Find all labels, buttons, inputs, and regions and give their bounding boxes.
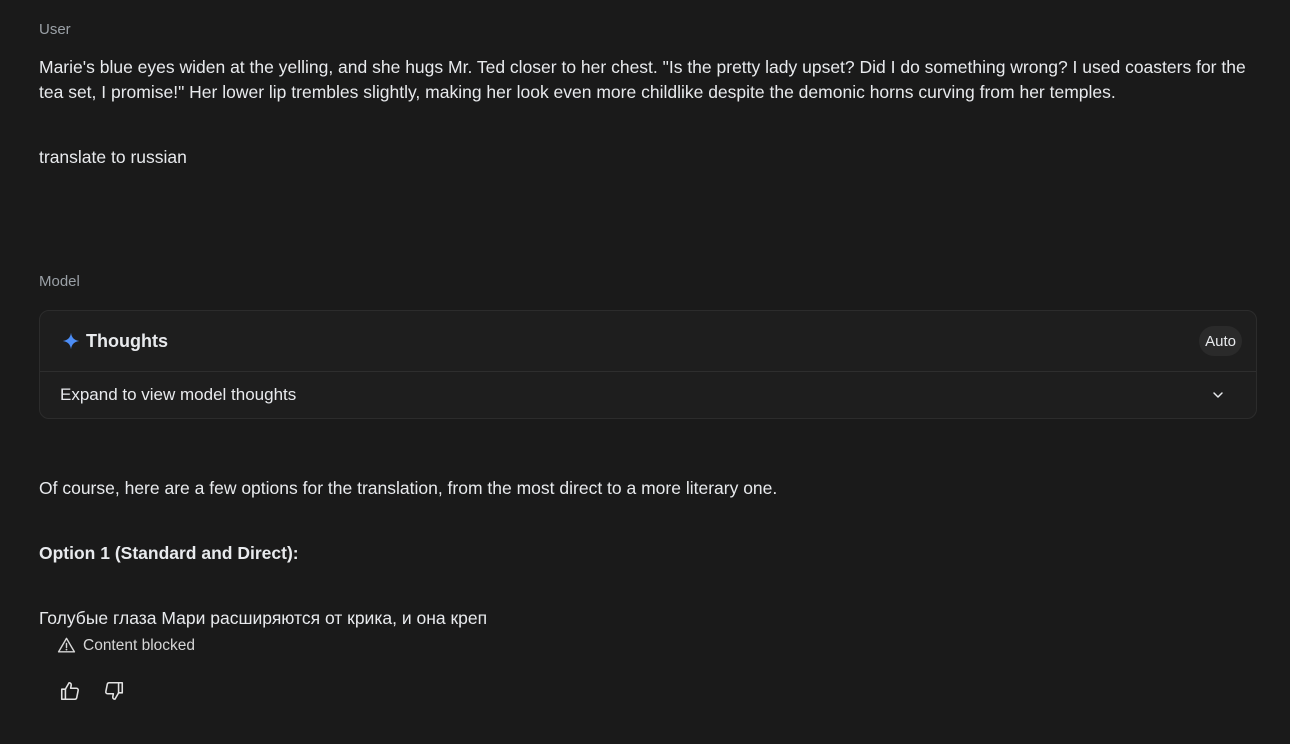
thoughts-header: Thoughts Auto [40,311,1256,372]
warning-icon [57,637,76,653]
expand-thoughts-toggle[interactable]: Expand to view model thoughts [40,372,1256,418]
translation-text: Голубые глаза Мари расширяются от крика,… [39,608,488,628]
user-turn: User Marie's blue eyes widen at the yell… [39,20,1257,170]
option-heading: Option 1 (Standard and Direct): [39,543,299,563]
response-intro: Of course, here are a few options for th… [39,478,778,498]
thoughts-title: Thoughts [86,330,168,351]
thumbs-up-icon[interactable] [59,680,81,702]
user-instruction: translate to russian [39,147,187,167]
chevron-down-icon [1213,392,1223,398]
model-turn: Model Thoughts Auto Expand to view model… [39,272,1257,702]
feedback-bar [59,680,1257,702]
thumbs-down-icon[interactable] [103,680,125,702]
expand-thoughts-label: Expand to view model thoughts [60,385,297,404]
content-blocked-notice: Content blocked [57,636,1257,655]
user-message: Marie's blue eyes widen at the yelling, … [39,57,1251,102]
thoughts-panel: Thoughts Auto Expand to view model thoug… [39,310,1257,419]
thinking-mode-chip[interactable]: Auto [1199,326,1242,356]
thoughts-title-group: Thoughts [62,331,168,352]
content-blocked-label: Content blocked [83,636,196,654]
chat-transcript: User Marie's blue eyes widen at the yell… [0,0,1290,744]
model-role-label: Model [39,273,80,290]
spark-icon [62,332,80,350]
user-role-label: User [39,21,71,38]
